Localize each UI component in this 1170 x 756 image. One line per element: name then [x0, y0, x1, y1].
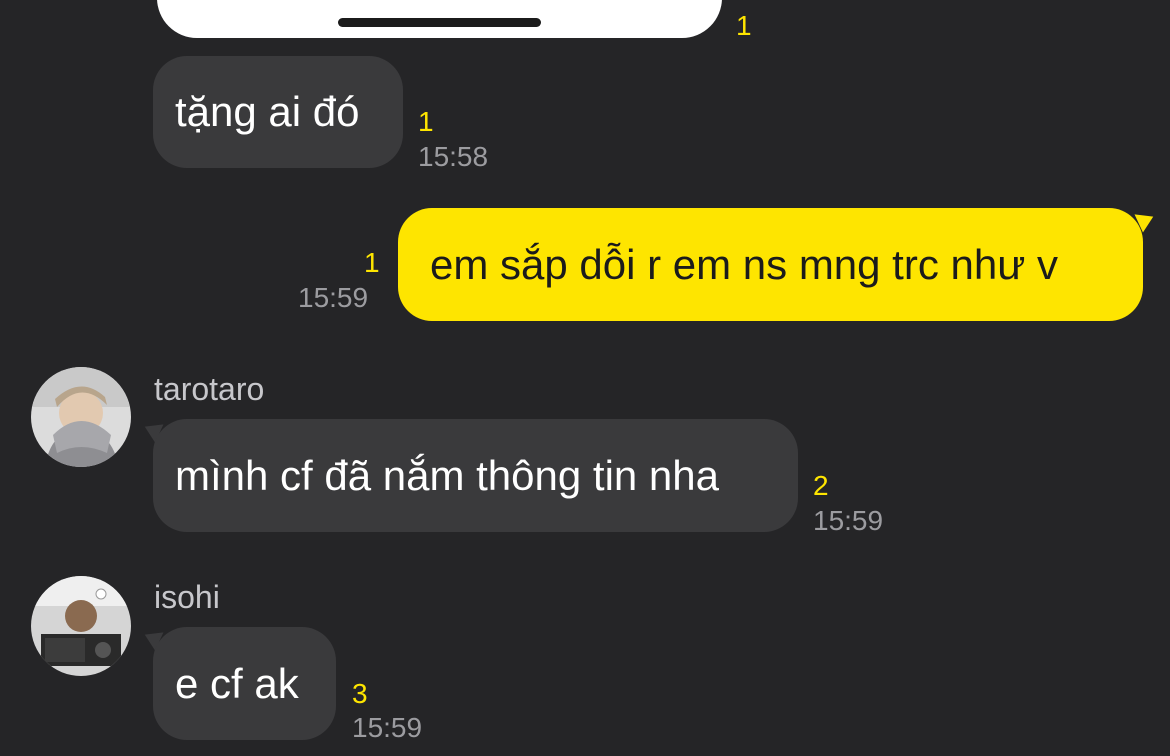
avatar[interactable]: [31, 367, 131, 467]
unread-count: 1: [418, 106, 434, 137]
message-bubble-incoming[interactable]: e cf ak: [153, 627, 336, 740]
message-bubble-incoming[interactable]: tặng ai đó: [153, 56, 403, 168]
message-bubble-outgoing[interactable]: em sắp dỗi r em ns mng trc như v: [398, 208, 1143, 321]
message-time: 15:59: [813, 505, 884, 536]
message-text: e cf ak: [175, 659, 299, 707]
user-avatar-photo-icon: [31, 576, 131, 676]
message-time: 15:59: [352, 712, 423, 743]
unread-count: 3: [352, 678, 368, 709]
message-bubble-incoming[interactable]: mình cf đã nắm thông tin nha: [153, 419, 798, 532]
message-text: mình cf đã nắm thông tin nha: [175, 451, 720, 499]
unread-count: 1: [736, 10, 752, 41]
unread-count: 1: [364, 247, 380, 278]
sender-name: tarotaro: [154, 371, 265, 407]
message-time: 15:58: [418, 141, 489, 172]
avatar[interactable]: [31, 576, 131, 676]
user-avatar-photo-icon: [31, 367, 131, 467]
sender-name: isohi: [154, 579, 220, 615]
unread-count: 2: [813, 470, 829, 501]
message-text: tặng ai đó: [175, 88, 360, 135]
message-time: 15:59: [298, 282, 369, 313]
message-text: em sắp dỗi r em ns mng trc như v: [430, 240, 1059, 288]
home-indicator-bar: [338, 18, 541, 27]
